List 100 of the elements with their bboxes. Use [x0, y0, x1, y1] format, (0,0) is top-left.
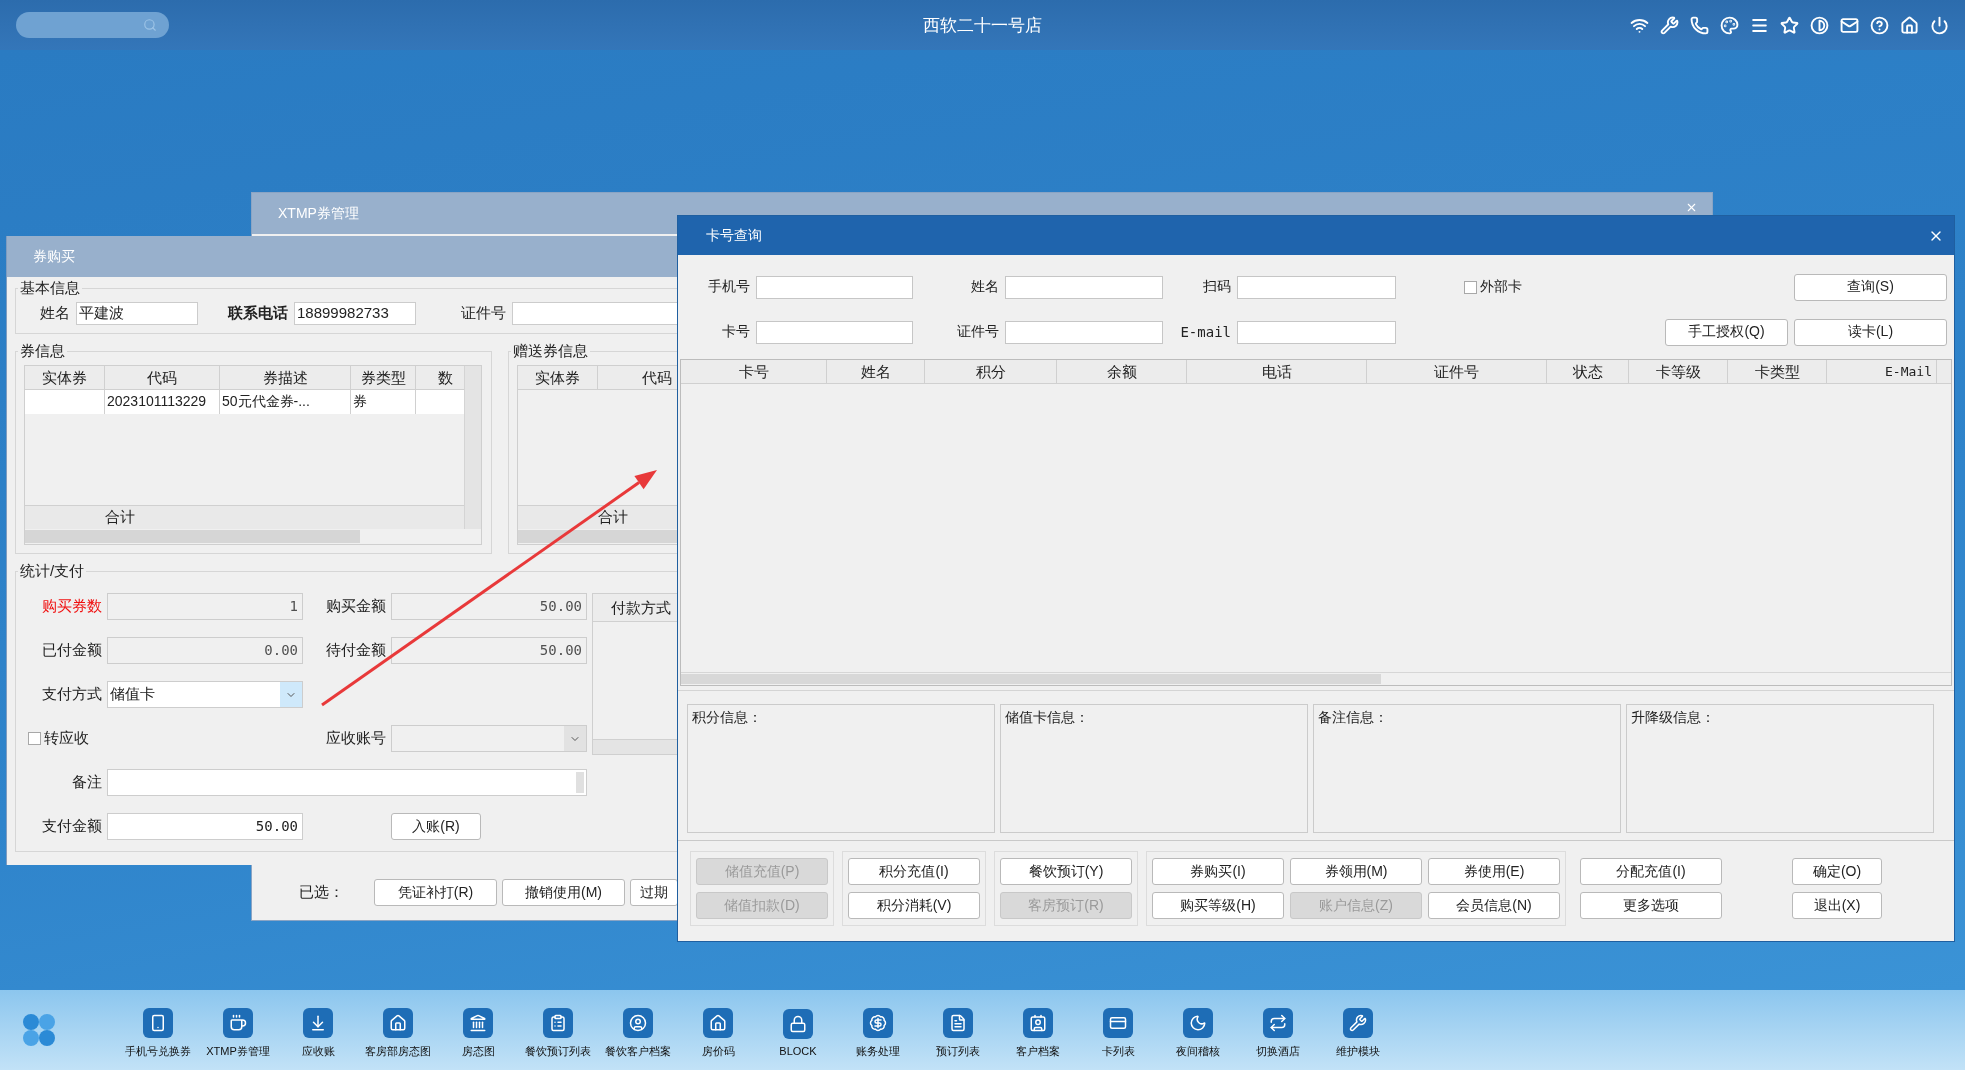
checkbox[interactable]: [28, 732, 41, 745]
power-icon[interactable]: [1930, 15, 1949, 35]
info-panel: 备注信息：: [1313, 704, 1621, 833]
action-button[interactable]: 会员信息(N): [1428, 892, 1560, 919]
action-button[interactable]: 积分充值(I): [848, 858, 980, 885]
field-label: 手机号: [707, 278, 750, 296]
column-header: 付款方式: [593, 594, 677, 622]
taskbar-item[interactable]: 应收账: [278, 1001, 358, 1059]
field-label: 姓名: [39, 304, 70, 323]
taskbar-item[interactable]: 夜间稽核: [1158, 1001, 1238, 1059]
taskbar-item[interactable]: 维护模块: [1318, 1001, 1398, 1059]
action-button[interactable]: 分配充值(I): [1580, 858, 1722, 885]
action-button[interactable]: 券使用(E): [1428, 858, 1560, 885]
input-field[interactable]: [756, 275, 913, 299]
input-field[interactable]: [107, 769, 587, 796]
query-button[interactable]: 查询(S): [1794, 273, 1947, 301]
table-cell: 券: [351, 390, 416, 414]
action-button[interactable]: 积分消耗(V): [848, 892, 980, 919]
home-icon[interactable]: [1900, 15, 1919, 35]
action-button[interactable]: 凭证补打(R): [374, 879, 497, 906]
contrast-icon[interactable]: [1810, 15, 1829, 35]
taskbar-item[interactable]: 卡列表: [1078, 1001, 1158, 1059]
wrench-icon: [1343, 1007, 1373, 1038]
field-label: 购买金额: [325, 597, 386, 616]
input-field[interactable]: [1237, 275, 1396, 299]
action-button[interactable]: 确定(O): [1792, 858, 1882, 885]
info-panel: 积分信息：: [687, 704, 995, 833]
action-button[interactable]: 撤销使用(M): [502, 879, 625, 906]
field-label: 卡号: [721, 323, 750, 341]
table-row[interactable]: 2023101113229 50元代金券-... 券: [25, 390, 464, 414]
input-field[interactable]: 50.00: [107, 813, 303, 840]
lock-icon: [783, 1009, 813, 1039]
taskbar-item[interactable]: 预订列表: [918, 1001, 998, 1059]
window-title: XTMP券管理: [278, 204, 359, 223]
contact-card-icon: [1023, 1007, 1053, 1038]
table-cell: 2023101113229: [105, 390, 220, 414]
input-field[interactable]: [756, 320, 913, 344]
action-button[interactable]: 券购买(I): [1152, 858, 1284, 885]
readonly-field: 1: [107, 593, 303, 620]
phone-icon[interactable]: [1690, 15, 1709, 35]
action-button[interactable]: 退出(X): [1792, 892, 1882, 919]
clipboard-icon: [543, 1007, 573, 1038]
post-button[interactable]: 入账(R): [391, 813, 481, 840]
column-header: 余额: [1057, 360, 1187, 383]
column-header: 券描述: [220, 366, 351, 389]
search-field[interactable]: [16, 12, 169, 38]
star-icon[interactable]: [1780, 15, 1799, 35]
taskbar-item[interactable]: 餐饮预订列表: [518, 1001, 598, 1059]
readonly-field: 50.00: [391, 593, 587, 620]
input-field[interactable]: 平建波: [76, 302, 198, 325]
coin-icon: [863, 1007, 893, 1038]
bank-icon: [463, 1007, 493, 1038]
taskbar-item[interactable]: 手机号兑换券: [118, 1001, 198, 1059]
taskbar-item[interactable]: 房态图: [438, 1001, 518, 1059]
palette-icon[interactable]: [1720, 15, 1739, 35]
cup-icon: [223, 1007, 253, 1038]
input-field[interactable]: [1005, 320, 1163, 344]
document-icon: [943, 1007, 973, 1038]
column-header: 电话: [1187, 360, 1367, 383]
action-button[interactable]: 券领用(M): [1290, 858, 1422, 885]
info-panel: 储值卡信息：: [1000, 704, 1308, 833]
window-title: 券购买: [33, 247, 75, 266]
table-cell: 50元代金券-...: [220, 390, 351, 414]
column-header: 积分: [925, 360, 1057, 383]
input-field[interactable]: [1237, 320, 1396, 344]
input-field[interactable]: [1005, 275, 1163, 299]
read-card-button[interactable]: 读卡(L): [1794, 318, 1947, 346]
checkbox[interactable]: [1464, 280, 1477, 294]
input-field[interactable]: [512, 302, 677, 325]
phone-icon: [143, 1007, 173, 1038]
checkbox-label: 外部卡: [1480, 278, 1522, 296]
authorize-button[interactable]: 手工授权(Q): [1665, 318, 1788, 346]
group-title: 券信息: [19, 342, 66, 361]
column-header: 状态: [1547, 360, 1629, 383]
house-icon: [383, 1007, 413, 1038]
house-icon: [703, 1007, 733, 1038]
taskbar-item[interactable]: 客房部房态图: [358, 1001, 438, 1059]
help-icon[interactable]: [1870, 15, 1889, 35]
action-button[interactable]: 购买等级(H): [1152, 892, 1284, 919]
input-field[interactable]: 18899982733: [294, 302, 416, 325]
group-title: 基本信息: [19, 279, 81, 298]
user-icon: [623, 1007, 653, 1038]
field-label: 姓名: [970, 278, 999, 296]
taskbar-item[interactable]: 房价码: [678, 1001, 758, 1059]
column-header: 实体券: [25, 366, 105, 389]
tools-icon[interactable]: [1660, 15, 1679, 35]
taskbar-item[interactable]: 账务处理: [838, 1001, 918, 1059]
action-button[interactable]: 更多选项: [1580, 892, 1722, 919]
app-logo[interactable]: [20, 1011, 58, 1049]
mail-icon[interactable]: [1840, 15, 1859, 35]
taskbar-item[interactable]: 餐饮客户档案: [598, 1001, 678, 1059]
checkbox-label: 转应收: [44, 729, 89, 748]
dropdown[interactable]: 储值卡: [107, 681, 303, 708]
taskbar-item[interactable]: XTMP券管理: [198, 1001, 278, 1059]
taskbar-item[interactable]: 切换酒店: [1238, 1001, 1318, 1059]
action-button[interactable]: 餐饮预订(Y): [1000, 858, 1132, 885]
group-title: 统计/支付: [19, 562, 86, 581]
taskbar-item[interactable]: BLOCK: [758, 1003, 838, 1057]
taskbar-item[interactable]: 客户档案: [998, 1001, 1078, 1059]
action-button[interactable]: 过期: [630, 879, 678, 906]
